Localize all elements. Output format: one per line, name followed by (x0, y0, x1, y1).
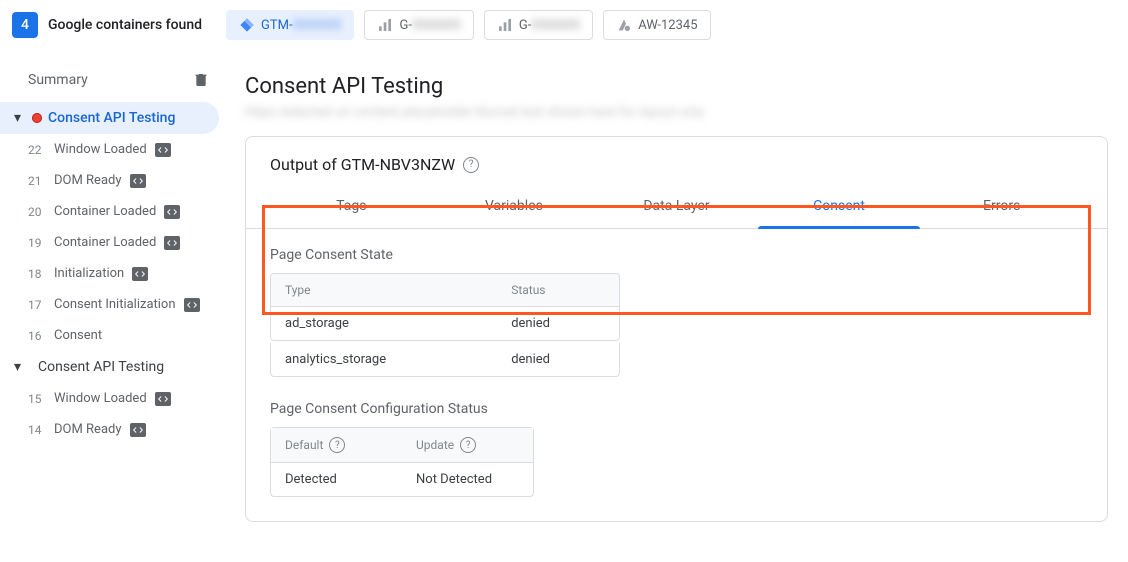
event-item[interactable]: 20 Container Loaded (0, 196, 219, 227)
tab-variables[interactable]: Variables (433, 184, 596, 228)
consent-state-table: Type Status ad_storage denied (270, 273, 620, 341)
code-badge-icon (155, 143, 171, 157)
group-label: Consent API Testing (38, 359, 164, 375)
event-index: 16 (28, 329, 46, 343)
event-group-header[interactable]: ▾ Consent API Testing (0, 351, 225, 383)
table-header-row: Default ? Update ? (271, 428, 533, 463)
chip-label: GTM-XXXXXX (261, 18, 341, 33)
cell-update: Not Detected (402, 463, 533, 496)
col-status: Status (497, 274, 619, 306)
code-badge-icon (155, 392, 171, 406)
table-header-row: Type Status (271, 274, 619, 307)
chip-label: G-XXXXXX (399, 18, 460, 33)
help-icon[interactable]: ? (329, 437, 345, 453)
event-item[interactable]: 17 Consent Initialization (0, 289, 219, 320)
event-index: 15 (28, 392, 46, 406)
topbar-label: Google containers found (48, 17, 202, 33)
ads-icon (616, 17, 632, 33)
config-status-title: Page Consent Configuration Status (270, 401, 1083, 417)
event-index: 22 (28, 143, 46, 157)
consent-state-section: Page Consent State Type Status ad_storag… (246, 229, 1107, 383)
tabs: TagsVariablesData LayerConsentErrors (246, 184, 1107, 229)
consent-state-table-extra: analytics_storage denied (270, 343, 620, 377)
event-index: 21 (28, 174, 46, 188)
event-item[interactable]: 22 Window Loaded (0, 134, 219, 165)
tab-tags[interactable]: Tags (270, 184, 433, 228)
event-item[interactable]: 15 Window Loaded (0, 383, 219, 414)
event-label: Window Loaded (54, 391, 147, 406)
code-badge-icon (132, 267, 148, 281)
event-item[interactable]: 19 Container Loaded (0, 227, 219, 258)
sidebar: Summary ▾ Consent API Testing 22 Window Loa… (0, 50, 225, 562)
event-index: 14 (28, 423, 46, 437)
code-badge-icon (130, 423, 146, 437)
help-icon[interactable]: ? (460, 437, 476, 453)
card-header: Output of GTM-NBV3NZW ? (246, 137, 1107, 184)
col-update: Update ? (402, 428, 533, 462)
summary-label: Summary (28, 72, 88, 88)
page-url: https redacted url content placeholder b… (245, 105, 1108, 120)
event-item[interactable]: 21 DOM Ready (0, 165, 219, 196)
event-label: Container Loaded (54, 235, 156, 250)
consent-state-title: Page Consent State (270, 247, 1083, 263)
event-item[interactable]: 14 DOM Ready (0, 414, 219, 445)
config-status-section: Page Consent Configuration Status Defaul… (246, 383, 1107, 521)
event-index: 19 (28, 236, 46, 250)
main-content: Consent API Testing https redacted url c… (225, 50, 1128, 562)
code-badge-icon (164, 205, 180, 219)
table-row: Detected Not Detected (271, 463, 533, 496)
cell-type: analytics_storage (271, 343, 497, 376)
event-label: Initialization (54, 266, 124, 281)
container-chip[interactable]: AW-12345 (603, 10, 710, 40)
col-default: Default ? (271, 428, 402, 462)
container-count-badge: 4 (12, 12, 38, 38)
container-chips: GTM-XXXXXX G-XXXXXX G-XXXXXX AW-12345 (226, 10, 711, 40)
cell-type: ad_storage (271, 307, 497, 340)
table-row: analytics_storage denied (271, 343, 619, 376)
event-label: Window Loaded (54, 142, 147, 157)
ga-icon (497, 17, 513, 33)
event-label: Consent (54, 328, 102, 343)
table-row: ad_storage denied (271, 307, 619, 340)
cell-default: Detected (271, 463, 402, 496)
code-badge-icon (130, 174, 146, 188)
tab-data-layer[interactable]: Data Layer (595, 184, 758, 228)
event-index: 17 (28, 298, 46, 312)
event-index: 20 (28, 205, 46, 219)
caret-down-icon: ▾ (14, 359, 26, 375)
event-group-header[interactable]: ▾ Consent API Testing (0, 102, 219, 134)
container-chip[interactable]: GTM-XXXXXX (226, 10, 354, 40)
event-label: Consent Initialization (54, 297, 176, 312)
event-label: DOM Ready (54, 173, 122, 188)
help-icon[interactable]: ? (463, 157, 479, 173)
code-badge-icon (164, 236, 180, 250)
tab-consent[interactable]: Consent (758, 184, 921, 228)
chip-label: G-XXXXXX (519, 18, 580, 33)
caret-down-icon: ▾ (14, 110, 26, 126)
tab-errors[interactable]: Errors (920, 184, 1083, 228)
output-card: Output of GTM-NBV3NZW ? TagsVariablesDat… (245, 136, 1108, 522)
container-chip[interactable]: G-XXXXXX (484, 10, 593, 40)
clear-icon[interactable] (193, 72, 209, 88)
event-item[interactable]: 16 Consent (0, 320, 219, 351)
event-label: Container Loaded (54, 204, 156, 219)
event-index: 18 (28, 267, 46, 281)
event-label: DOM Ready (54, 422, 122, 437)
gtm-icon (239, 17, 255, 33)
cell-status: denied (497, 343, 619, 376)
page-title: Consent API Testing (245, 74, 1108, 99)
status-dot-icon (32, 113, 42, 123)
code-badge-icon (184, 298, 200, 312)
group-label: Consent API Testing (48, 110, 175, 126)
event-item[interactable]: 18 Initialization (0, 258, 219, 289)
sidebar-summary-header[interactable]: Summary (0, 64, 225, 102)
card-title: Output of GTM-NBV3NZW (270, 155, 455, 174)
container-chip[interactable]: G-XXXXXX (364, 10, 473, 40)
col-type: Type (271, 274, 497, 306)
ga-icon (377, 17, 393, 33)
topbar: 4 Google containers found GTM-XXXXXX G-XX… (0, 0, 1128, 50)
config-status-table: Default ? Update ? Detected Not Detected (270, 427, 534, 497)
chip-label: AW-12345 (638, 18, 697, 33)
cell-status: denied (497, 307, 619, 340)
